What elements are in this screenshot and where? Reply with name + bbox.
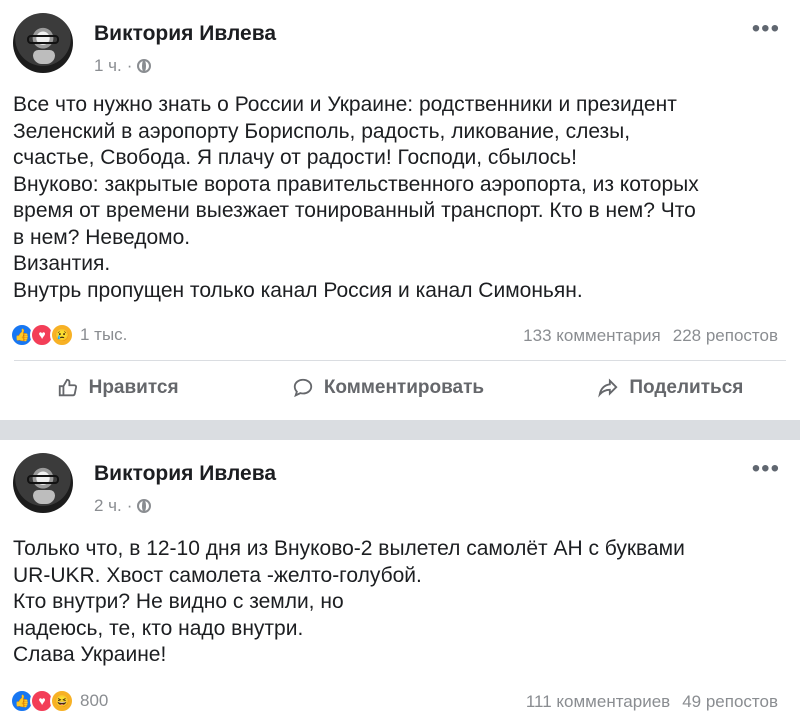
post-stats: 133 комментария 228 репостов <box>523 326 778 346</box>
post-stats: 111 комментариев 49 репостов <box>526 692 778 712</box>
more-options-icon[interactable]: ••• <box>752 457 780 481</box>
post-time[interactable]: 1 ч. <box>94 56 122 76</box>
post-text-line: время от времени выезжает тонированный т… <box>13 199 696 222</box>
share-icon <box>598 378 618 398</box>
post-text-line: Зеленский в аэропорту Борисполь, радость… <box>13 119 631 143</box>
like-button[interactable]: Нравится <box>57 377 179 399</box>
post-text-line: в нем? Неведомо. <box>13 225 191 249</box>
comment-icon <box>293 378 312 398</box>
shares-count[interactable]: 49 репостов <box>682 692 778 712</box>
post-2: Виктория Ивлева 2 ч. · ••• Только что, в… <box>0 440 800 721</box>
post-text-line: Внуково: закрытые ворота правительственн… <box>13 172 699 196</box>
post-meta: 2 ч. · <box>94 496 152 516</box>
post-text-line: счастье, Свобода. Я плачу от радости! Го… <box>13 146 577 169</box>
post-text-line: Слава Украине! <box>13 643 167 666</box>
comment-button-label: Комментировать <box>323 377 485 398</box>
share-button-label: Поделиться <box>629 377 744 398</box>
meta-separator: · <box>126 56 133 75</box>
post-text-line: Только что, в 12-10 дня из Внуково-2 выл… <box>13 537 685 560</box>
post-1: Виктория Ивлева 1 ч. · ••• Все что нужно… <box>0 0 800 420</box>
reaction-count: 1 тыс. <box>80 325 128 344</box>
post-text-line: Внутрь пропущен только канал Россия и ка… <box>13 278 583 302</box>
post-text-line: UR-UKR. Хвост самолета -желто-голубой. <box>13 563 422 587</box>
comments-count[interactable]: 111 комментариев <box>526 692 670 712</box>
avatar-hand <box>33 50 55 64</box>
comment-button[interactable]: Комментировать <box>292 377 484 399</box>
post-meta: 1 ч. · <box>94 56 152 76</box>
more-options-icon[interactable]: ••• <box>752 17 780 41</box>
post-text: Все что нужно знать о России и Украине: … <box>13 92 788 304</box>
meta-separator: · <box>126 496 133 515</box>
haha-reaction-icon: 😆 <box>50 689 74 713</box>
like-button-label: Нравится <box>88 377 179 398</box>
sad-reaction-icon: 😢 <box>50 323 74 347</box>
author-name[interactable]: Виктория Ивлева <box>94 22 276 46</box>
reactions-summary[interactable]: 👍 ♥ 😆 800 <box>10 689 108 713</box>
avatar-glasses <box>27 475 59 484</box>
post-time[interactable]: 2 ч. <box>94 496 122 516</box>
avatar-hand <box>33 490 55 504</box>
post-actions: Нравится Комментировать Поделиться <box>0 377 800 399</box>
author-avatar[interactable] <box>13 453 73 513</box>
reactions-summary[interactable]: 👍 ♥ 😢 1 тыс. <box>10 323 127 347</box>
avatar-glasses <box>27 35 59 44</box>
globe-icon <box>137 59 152 73</box>
comments-count[interactable]: 133 комментария <box>523 326 661 346</box>
author-name[interactable]: Виктория Ивлева <box>94 462 276 486</box>
shares-count[interactable]: 228 репостов <box>673 326 778 346</box>
post-text: Только что, в 12-10 дня из Внуково-2 выл… <box>13 536 788 669</box>
post-text-line: Все что нужно знать о России и Украине: … <box>13 93 677 116</box>
thumbs-up-icon <box>58 378 77 397</box>
divider <box>14 360 786 361</box>
author-avatar[interactable] <box>13 13 73 73</box>
reaction-count: 800 <box>80 691 109 710</box>
post-text-line: Византия. <box>13 252 111 275</box>
share-button[interactable]: Поделиться <box>597 377 743 399</box>
post-text-line: Кто внутри? Не видно с земли, но <box>13 590 344 613</box>
globe-icon <box>137 499 152 513</box>
post-text-line: надеюсь, те, кто надо внутри. <box>13 616 304 640</box>
